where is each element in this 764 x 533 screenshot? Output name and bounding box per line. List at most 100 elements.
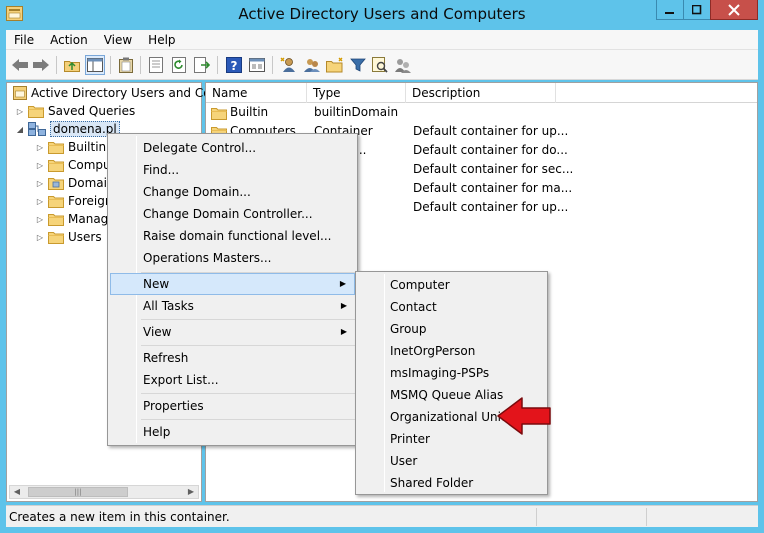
menu-item-change-domain-controller[interactable]: Change Domain Controller... [110, 203, 355, 225]
submenu-item-group[interactable]: Group [358, 318, 545, 340]
console-tree-icon [87, 58, 103, 72]
up-level-button[interactable] [62, 55, 82, 75]
find-button[interactable] [370, 55, 390, 75]
row-description: Default container for do... [413, 143, 568, 157]
new-ou-button[interactable] [325, 55, 345, 75]
tree-item-computers[interactable]: ▷ Compu [35, 156, 111, 174]
menu-item-new-label: New [143, 277, 170, 291]
menu-action[interactable]: Action [42, 33, 96, 47]
submenu-item-msimaging-psps[interactable]: msImaging-PSPs [358, 362, 545, 384]
submenu-item-shared-folder[interactable]: Shared Folder [358, 472, 545, 494]
column-header-type[interactable]: Type [307, 83, 406, 103]
maximize-icon [692, 4, 702, 14]
expand-icon[interactable]: ▷ [35, 179, 45, 188]
copy-button[interactable] [116, 55, 136, 75]
tree-item-users[interactable]: ▷ Users [35, 228, 102, 246]
close-button[interactable] [710, 0, 758, 20]
new-ou-icon [326, 57, 343, 73]
folder-icon [211, 106, 227, 120]
menu-item-delegate-control[interactable]: Delegate Control... [110, 137, 355, 159]
list-row[interactable]: Builtin builtinDomain [206, 103, 757, 122]
menu-item-properties[interactable]: Properties [110, 395, 355, 417]
row-name: Builtin [230, 105, 269, 119]
tree-item-managed[interactable]: ▷ Manag [35, 210, 108, 228]
menu-item-operations-masters[interactable]: Operations Masters... [110, 247, 355, 269]
folder-icon [48, 230, 64, 244]
clipboard-icon [119, 57, 133, 73]
expand-icon[interactable]: ▷ [35, 215, 45, 224]
refresh-button[interactable] [169, 55, 189, 75]
scroll-left-icon[interactable]: ◀ [10, 486, 24, 498]
help-icon: ? [226, 57, 242, 73]
scroll-thumb[interactable]: ||| [28, 487, 128, 497]
new-group-icon [304, 59, 320, 72]
folder-icon [28, 104, 44, 118]
folder-icon [48, 140, 64, 154]
row-type: builtinDomain [314, 105, 399, 119]
submenu-item-contact[interactable]: Contact [358, 296, 545, 318]
tree-root[interactable]: Active Directory Users and Com [13, 84, 222, 102]
menu-item-refresh[interactable]: Refresh [110, 347, 355, 369]
back-arrow-icon [12, 59, 28, 71]
add-to-group-button[interactable] [393, 55, 413, 75]
new-group-button[interactable] [302, 55, 322, 75]
menu-item-help[interactable]: Help [110, 421, 355, 443]
submenu-item-inetorgperson[interactable]: InetOrgPerson [358, 340, 545, 362]
menu-item-change-domain[interactable]: Change Domain... [110, 181, 355, 203]
menu-help[interactable]: Help [140, 33, 183, 47]
tree-item-foreign[interactable]: ▷ Foreign [35, 192, 112, 210]
menu-item-export-list[interactable]: Export List... [110, 369, 355, 391]
maximize-button[interactable] [683, 0, 711, 20]
export-list-button[interactable] [192, 55, 212, 75]
row-icon-cell [211, 103, 227, 122]
help-button[interactable]: ? [224, 55, 244, 75]
expand-icon[interactable]: ▷ [35, 161, 45, 170]
mmc-view-button[interactable] [247, 55, 267, 75]
submenu-item-user[interactable]: User [358, 450, 545, 472]
new-user-button[interactable] [279, 55, 299, 75]
scroll-right-icon[interactable]: ▶ [184, 486, 198, 498]
expand-icon[interactable]: ▷ [35, 233, 45, 242]
tree-item-domain-controllers[interactable]: ▷ Domain [35, 174, 115, 192]
folder-icon [48, 194, 64, 208]
status-bar: Creates a new item in this container. [6, 505, 758, 527]
back-button[interactable] [10, 55, 30, 75]
window-controls [656, 0, 758, 20]
tree-item-domain[interactable]: ◢ domena.pl [15, 120, 120, 138]
submenu-item-computer[interactable]: Computer [358, 274, 545, 296]
row-description [413, 103, 753, 122]
menu-item-new[interactable]: New ▶ [110, 273, 355, 295]
list-header: Name Type Description [206, 83, 757, 103]
menu-item-view[interactable]: View ▶ [110, 321, 355, 343]
menu-item-find[interactable]: Find... [110, 159, 355, 181]
submenu-arrow-icon: ▶ [339, 279, 346, 288]
expand-icon[interactable]: ▷ [15, 107, 25, 116]
collapse-icon[interactable]: ◢ [15, 125, 25, 134]
up-folder-icon [64, 61, 80, 72]
column-header-description[interactable]: Description [406, 83, 556, 103]
filter-icon [350, 58, 366, 72]
column-header-name[interactable]: Name [206, 83, 307, 103]
find-icon [372, 57, 388, 73]
submenu-arrow-icon: ▶ [340, 301, 347, 310]
minimize-icon [665, 11, 674, 14]
menu-bar: File Action View Help [6, 30, 758, 50]
expand-icon[interactable]: ▷ [35, 197, 45, 206]
properties-button[interactable] [146, 55, 166, 75]
menu-file[interactable]: File [6, 33, 42, 47]
filter-button[interactable] [348, 55, 368, 75]
expand-icon[interactable]: ▷ [35, 143, 45, 152]
minimize-button[interactable] [656, 0, 684, 20]
toolbar: ? [6, 50, 758, 80]
forward-button[interactable] [31, 55, 51, 75]
row-description: Default container for sec... [413, 162, 574, 176]
tree-item-builtin[interactable]: ▷ Builtin [35, 138, 106, 156]
menu-item-all-tasks[interactable]: All Tasks ▶ [110, 295, 355, 317]
tree-item-saved-queries[interactable]: ▷ Saved Queries [15, 102, 135, 120]
mmc-view-icon [249, 58, 265, 72]
show-console-tree-button[interactable] [85, 55, 105, 75]
tree-horizontal-scrollbar[interactable]: ◀ ||| ▶ [9, 485, 199, 499]
menu-view[interactable]: View [96, 33, 140, 47]
folder-icon [48, 212, 64, 226]
menu-item-raise-functional-level[interactable]: Raise domain functional level... [110, 225, 355, 247]
